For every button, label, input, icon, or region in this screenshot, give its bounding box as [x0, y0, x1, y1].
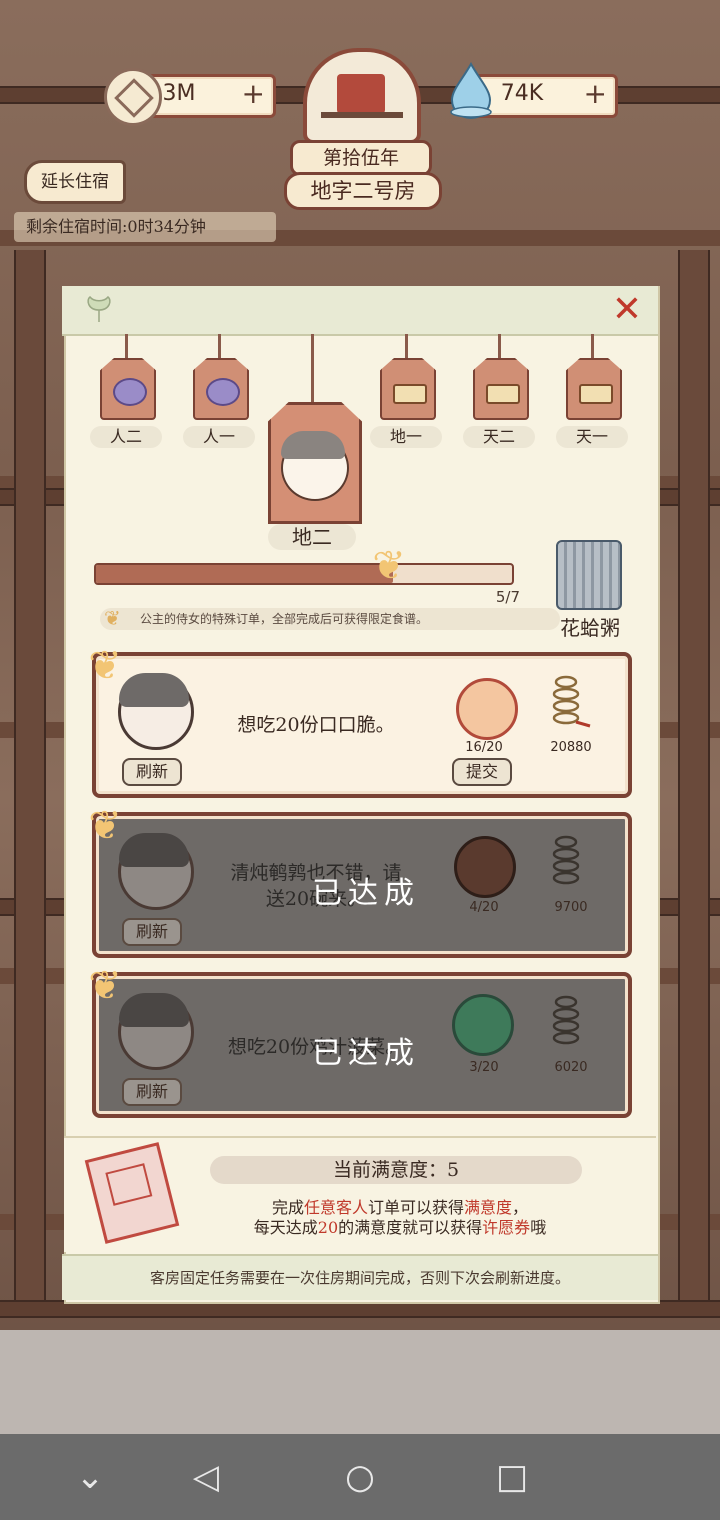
tab-tian-er[interactable]	[473, 358, 529, 420]
refresh-button[interactable]: 刷新	[122, 758, 182, 786]
recents-icon[interactable]: □	[482, 1452, 542, 1502]
pillar	[678, 250, 710, 1300]
progress-text: 5/7	[495, 588, 520, 606]
water-drop-icon	[450, 62, 492, 119]
tab-ren-er[interactable]	[100, 358, 156, 420]
butterfly-icon: ❦	[372, 543, 406, 589]
tab-di-er-selected[interactable]	[268, 402, 362, 524]
inn-emblem	[303, 48, 421, 144]
close-button[interactable]: ✕	[608, 292, 646, 328]
reward-recipe-name: 花蛤粥	[560, 616, 620, 640]
selected-tab-label: 地二	[268, 524, 356, 550]
reward-amount: 6020	[554, 1060, 588, 1075]
extend-stay-button[interactable]: 延长住宿	[24, 160, 126, 204]
remaining-time: 剩余住宿时间:0时34分钟	[14, 212, 276, 242]
butterfly-icon: ❦	[88, 803, 122, 849]
tab-label: 人二	[90, 426, 162, 448]
tab-label: 天二	[463, 426, 535, 448]
coin-icon	[104, 68, 162, 126]
progress-hint: 公主的侍女的特殊订单，全部完成后可获得限定食谱。	[100, 608, 560, 630]
progress-fill	[96, 565, 394, 583]
satisfaction-line-2: 每天达成20的满意度就可以获得许愿券哦	[253, 1218, 547, 1237]
tab-ren-yi[interactable]	[193, 358, 249, 420]
completed-label: 已达成	[312, 876, 420, 911]
refresh-button[interactable]: 刷新	[122, 1078, 182, 1106]
panel-header	[62, 286, 658, 336]
purple-pouch-icon	[113, 378, 147, 406]
room-title: 地字二号房	[284, 172, 442, 210]
coin-string-icon	[552, 835, 580, 885]
pavilion-icon	[337, 74, 385, 114]
progress-bar	[94, 563, 514, 585]
year-badge: 第拾伍年	[290, 140, 432, 176]
submit-button[interactable]: 提交	[452, 758, 512, 786]
tab-label: 人一	[183, 426, 255, 448]
pillar	[14, 250, 46, 1300]
ginkgo-leaf-icon	[87, 295, 111, 322]
butterfly-icon: ❦	[104, 606, 121, 630]
chevron-down-icon[interactable]: ⌄	[60, 1452, 120, 1502]
coin-string-icon	[552, 995, 580, 1045]
butterfly-icon: ❦	[88, 963, 122, 1009]
refresh-button[interactable]: 刷新	[122, 918, 182, 946]
add-coins-button[interactable]: +	[242, 79, 265, 109]
task-note: 客房固定任务需要在一次住房期间完成，否则下次会刷新进度。	[62, 1254, 658, 1300]
maid-avatar	[281, 431, 349, 501]
box-icon	[393, 384, 427, 404]
satisfaction-title: 当前满意度：5	[210, 1156, 582, 1184]
order-card: 想吃20份口口脆。 16/20 20880 刷新 提交	[92, 652, 632, 798]
box-icon	[579, 384, 613, 404]
tab-label: 天一	[556, 426, 628, 448]
purple-pouch-icon	[206, 378, 240, 406]
reward-amount: 9700	[554, 900, 588, 915]
butterfly-icon: ❦	[88, 643, 122, 689]
tab-tian-yi[interactable]	[566, 358, 622, 420]
order-card-completed: 清炖鹌鹑也不错，请 送20碗来。 4/20 9700 刷新 已达成	[92, 812, 632, 958]
dish-count: 16/20	[465, 740, 503, 755]
ground	[0, 1330, 720, 1434]
recipe-scroll-icon	[556, 540, 622, 610]
coin-string-icon	[552, 675, 591, 728]
order-card-completed: 想吃20份鸡汁菠菜。 3/20 6020 刷新 已达成	[92, 972, 632, 1118]
dish-icon	[456, 678, 518, 740]
tab-label: 地一	[370, 426, 442, 448]
back-icon[interactable]: ◁	[176, 1452, 236, 1502]
completed-label: 已达成	[312, 1036, 420, 1071]
home-icon[interactable]: ○	[330, 1452, 390, 1502]
box-icon	[486, 384, 520, 404]
tab-di-yi[interactable]	[380, 358, 436, 420]
order-request: 想吃20份口口脆。	[237, 714, 395, 736]
add-jade-button[interactable]: +	[584, 79, 607, 109]
reward-amount: 20880	[550, 740, 592, 755]
